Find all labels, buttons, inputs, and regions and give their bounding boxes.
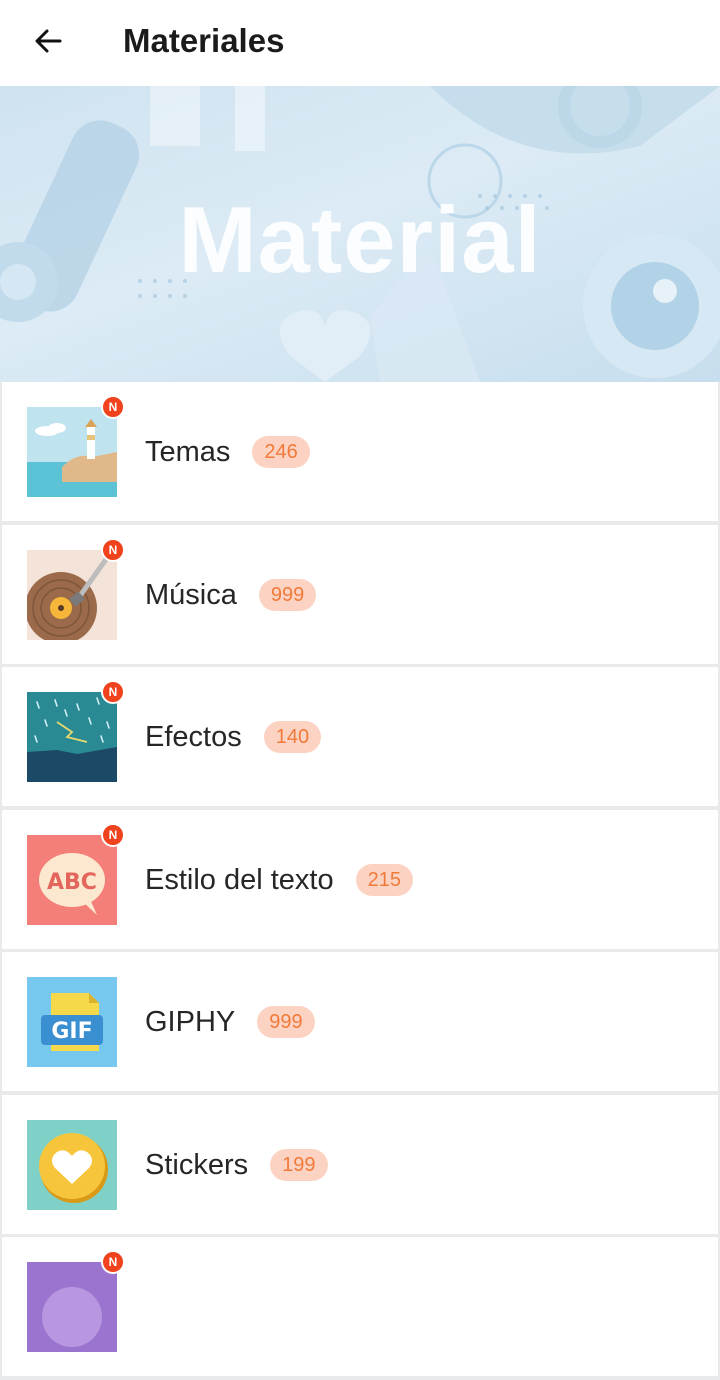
- item-count-badge: 246: [252, 436, 310, 468]
- item-label: Efectos: [145, 721, 242, 753]
- new-badge: N: [101, 395, 125, 419]
- gif-file-icon: GIF: [27, 977, 117, 1067]
- back-button[interactable]: [26, 19, 70, 63]
- list-item-giphy[interactable]: GIF GIPHY 999: [2, 952, 718, 1091]
- item-count-badge: 999: [258, 578, 317, 611]
- item-label: GIPHY: [145, 1006, 236, 1038]
- item-count-badge: 215: [355, 863, 413, 896]
- lighthouse-icon: [27, 407, 117, 497]
- list-item-stickers[interactable]: Stickers 199: [2, 1094, 718, 1234]
- banner-title: Material: [178, 187, 542, 292]
- item-label: Stickers: [145, 1148, 249, 1181]
- page-title: Materiales: [123, 22, 285, 59]
- list-item-musica[interactable]: N Música 999: [2, 524, 718, 664]
- materials-list: N Temas 246 N Música 999 N Efectos 140 A…: [0, 382, 720, 1380]
- item-label: Temas: [145, 436, 231, 468]
- abc-speech-bubble-icon: ABC: [27, 834, 117, 925]
- list-item-efectos[interactable]: N Efectos 140: [2, 667, 718, 806]
- list-item-estilo-del-texto[interactable]: ABC N Estilo del texto 215: [2, 809, 718, 949]
- item-count-badge: 140: [263, 721, 322, 753]
- list-item-temas[interactable]: N Temas 246: [2, 382, 718, 521]
- list-item-partial[interactable]: N: [2, 1237, 718, 1376]
- new-badge: N: [101, 680, 125, 704]
- item-count-badge: 999: [257, 1006, 315, 1038]
- new-badge: N: [101, 537, 125, 562]
- heart-sticker-icon: [27, 1119, 117, 1210]
- top-app-bar: Materiales: [0, 0, 720, 86]
- item-count-badge: 199: [270, 1148, 328, 1181]
- svg-text:GIF: GIF: [51, 1019, 92, 1044]
- vinyl-record-icon: [27, 549, 117, 640]
- svg-text:ABC: ABC: [47, 870, 97, 895]
- rain-lightning-icon: [27, 692, 117, 782]
- new-badge: N: [101, 1250, 125, 1274]
- purple-partial-icon: [27, 1262, 117, 1352]
- item-label: Música: [145, 578, 237, 611]
- new-badge: N: [101, 822, 125, 847]
- material-banner[interactable]: Material: [0, 86, 720, 382]
- item-label: Estilo del texto: [145, 863, 334, 896]
- arrow-left-icon: [35, 29, 62, 53]
